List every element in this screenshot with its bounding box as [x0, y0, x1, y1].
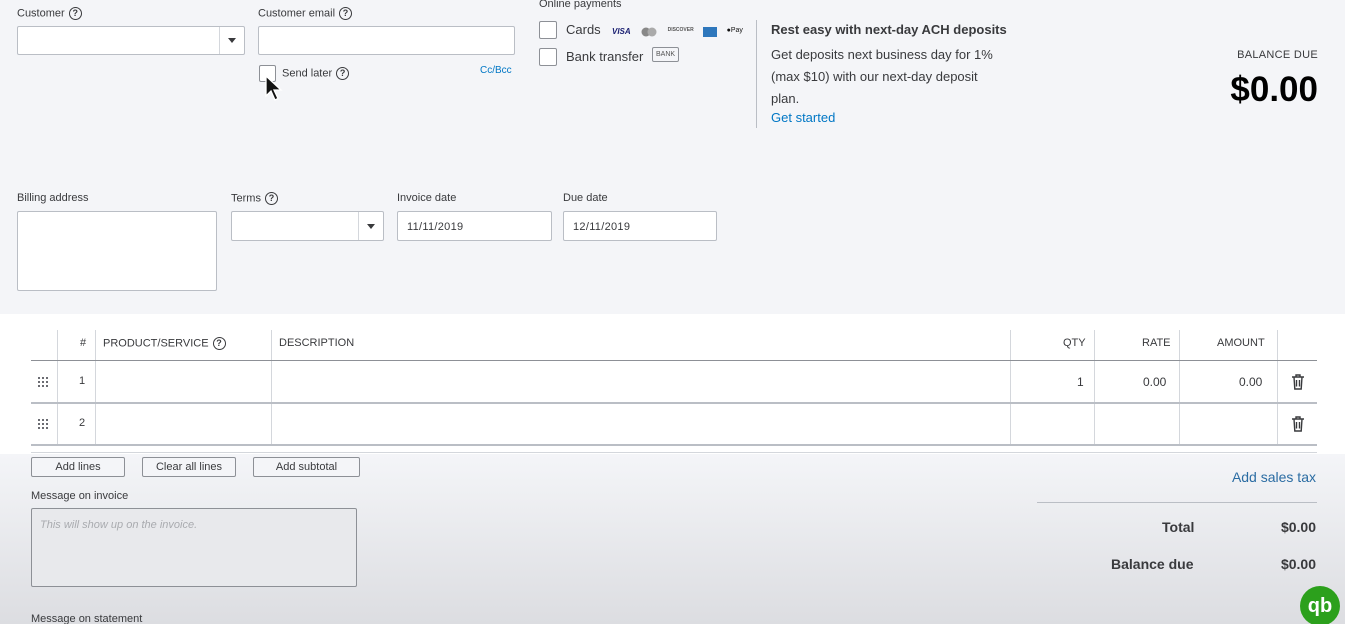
online-payments-label: Online payments: [539, 0, 622, 10]
trash-icon[interactable]: [1291, 416, 1305, 432]
cursor-icon: [265, 74, 283, 101]
balance-due-amount: $0.00: [1230, 70, 1318, 109]
col-header-product: PRODUCT/SERVICE?: [103, 337, 226, 350]
row-2-num: 2: [79, 417, 86, 429]
invoice-date-label: Invoice date: [397, 192, 457, 204]
help-icon[interactable]: ?: [336, 67, 350, 80]
total-value: $0.00: [1280, 519, 1316, 535]
col-header-description: DESCRIPTION: [279, 337, 355, 349]
message-on-invoice-label: Message on invoice: [31, 490, 129, 502]
col-header-amount: AMOUNT: [1217, 337, 1265, 349]
add-lines-button[interactable]: Add lines: [31, 457, 125, 477]
promo-divider: [756, 20, 757, 128]
col-header-rate: RATE: [1142, 337, 1171, 349]
chevron-down-icon[interactable]: [219, 27, 244, 54]
row-1-qty[interactable]: 1: [1077, 375, 1084, 389]
customer-label: Customer?: [17, 7, 82, 20]
mastercard-icon: [640, 27, 658, 37]
bank-transfer-checkbox[interactable]: [539, 48, 557, 66]
terms-select[interactable]: [231, 211, 384, 241]
amex-icon: [703, 26, 718, 37]
col-header-num: #: [80, 337, 87, 349]
help-icon[interactable]: ?: [264, 192, 278, 205]
due-date-field[interactable]: 12/11/2019: [563, 211, 717, 241]
help-icon[interactable]: ?: [339, 7, 353, 20]
promo-body: Get deposits next business day for 1% (m…: [771, 47, 993, 106]
bank-transfer-label: Bank transfer: [566, 49, 644, 64]
billing-address-field[interactable]: [17, 211, 217, 291]
balance-due-label: BALANCE DUE: [1237, 49, 1318, 61]
balance-due-total-value: $0.00: [1280, 556, 1316, 572]
terms-label: Terms?: [231, 192, 278, 205]
visa-icon: VISA: [612, 26, 631, 36]
total-label: Total: [1162, 519, 1195, 535]
help-icon[interactable]: ?: [212, 337, 226, 350]
cards-label: Cards: [566, 22, 601, 37]
col-header-qty: QTY: [1063, 337, 1086, 349]
invoice-date-field[interactable]: 11/11/2019: [397, 211, 552, 241]
card-brands: VISA DISCOVER ●Pay: [612, 23, 748, 41]
clear-all-lines-button[interactable]: Clear all lines: [142, 457, 236, 477]
cc-bcc-link[interactable]: Cc/Bcc: [480, 65, 512, 76]
billing-address-label: Billing address: [17, 192, 89, 204]
trash-icon[interactable]: [1291, 374, 1305, 390]
chevron-down-icon[interactable]: [358, 212, 383, 240]
drag-handle-icon[interactable]: [38, 377, 48, 387]
help-icon[interactable]: ?: [68, 7, 82, 20]
add-subtotal-button[interactable]: Add subtotal: [253, 457, 360, 477]
add-sales-tax-link[interactable]: Add sales tax: [1232, 469, 1316, 485]
send-later-label: Send later?: [282, 67, 350, 80]
customer-email-field[interactable]: [258, 26, 515, 55]
customer-select[interactable]: [17, 26, 245, 55]
quickbooks-logo: qb: [1300, 586, 1340, 624]
message-on-invoice-field[interactable]: This will show up on the invoice.: [31, 508, 357, 587]
row-1-amount[interactable]: 0.00: [1239, 375, 1262, 389]
row-1-num: 1: [79, 375, 86, 387]
bank-badge: BANK: [652, 47, 680, 62]
drag-handle-icon[interactable]: [38, 419, 48, 429]
due-date-label: Due date: [563, 192, 608, 204]
cards-checkbox[interactable]: [539, 21, 557, 39]
balance-due-total-label: Balance due: [1111, 556, 1194, 572]
discover-icon: DISCOVER: [667, 26, 694, 33]
promo-title: Rest easy with next-day ACH deposits: [771, 22, 1007, 37]
get-started-link[interactable]: Get started: [771, 110, 835, 125]
apple-pay-icon: ●Pay: [726, 26, 743, 34]
customer-email-label: Customer email?: [258, 7, 353, 20]
row-1-rate[interactable]: 0.00: [1143, 375, 1166, 389]
totals-divider: [1037, 502, 1317, 503]
message-on-statement-label: Message on statement: [31, 613, 143, 624]
